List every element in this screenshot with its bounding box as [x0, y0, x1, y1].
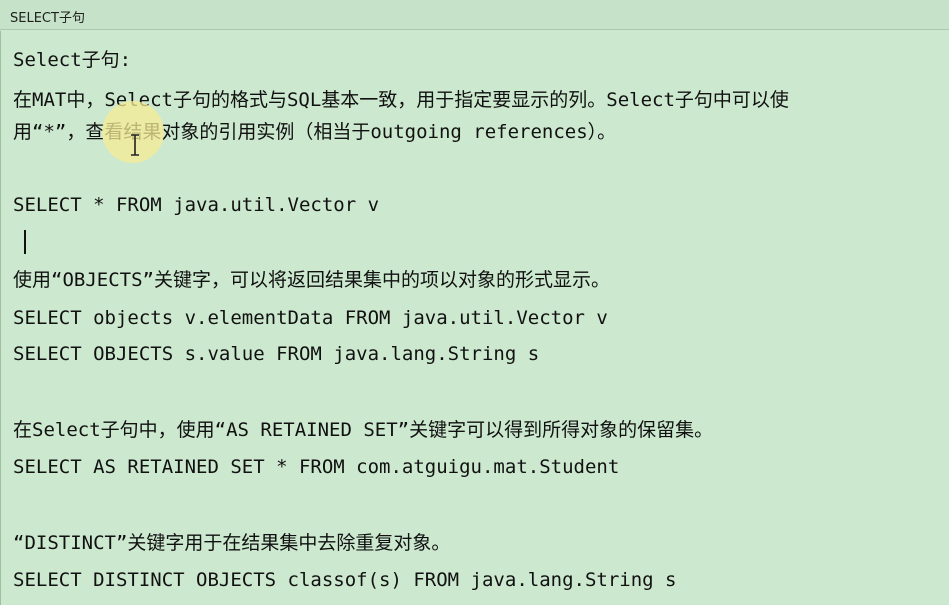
code-select-objects-vector: SELECT objects v.elementData FROM java.u…: [13, 307, 608, 329]
code-select-retained-set: SELECT AS RETAINED SET * FROM com.atguig…: [13, 456, 620, 478]
distinct-description: “DISTINCT”关键字用于在结果集中去除重复对象。: [13, 532, 451, 554]
objects-description: 使用“OBJECTS”关键字，可以将返回结果集中的项以对象的形式显示。: [13, 269, 610, 291]
text-cursor-icon: [131, 134, 139, 156]
retained-set-description: 在Select子句中，使用“AS RETAINED SET”关键字可以得到所得对…: [13, 419, 714, 441]
text-caret: [24, 230, 26, 254]
code-select-all: SELECT * FROM java.util.Vector v: [13, 194, 380, 216]
section-heading: Select子句:: [13, 49, 132, 71]
title-bar: SELECT子句: [0, 0, 949, 30]
code-select-objects-string: SELECT OBJECTS s.value FROM java.lang.St…: [13, 343, 540, 365]
window-title: SELECT子句: [10, 11, 85, 26]
code-select-distinct: SELECT DISTINCT OBJECTS classof(s) FROM …: [13, 569, 677, 591]
